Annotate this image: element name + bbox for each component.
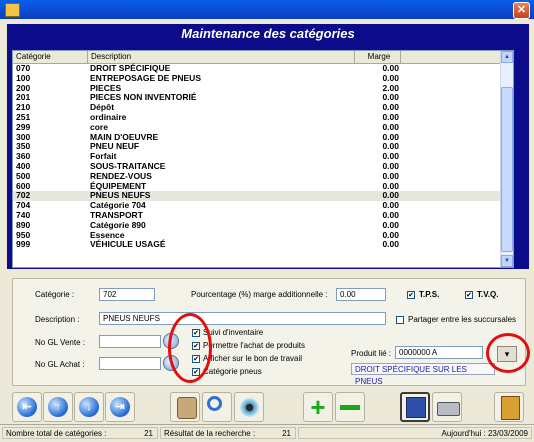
exit-button[interactable] <box>494 392 524 422</box>
view-icon <box>240 398 259 417</box>
table-row[interactable]: 702 PNEUS NEUFS 0.00 <box>13 191 500 202</box>
header-marge[interactable]: Marge <box>355 51 401 63</box>
table-row[interactable]: 210 Dépôt 0.00 <box>13 102 500 113</box>
remove-button[interactable] <box>335 392 365 422</box>
description-label: Description : <box>35 315 80 324</box>
tps-checkbox[interactable]: ✔ <box>407 291 415 299</box>
last-record-button[interactable]: ⇥ <box>105 392 135 422</box>
row-marge: 0.00 <box>382 239 399 250</box>
status-resultat-label: Résultat de la recherche : <box>164 429 256 438</box>
remove-icon <box>340 405 360 410</box>
status-resultat-value: 21 <box>282 429 291 438</box>
close-button[interactable]: ✕ <box>513 2 530 19</box>
panel-title: Maintenance des catégories <box>181 26 355 41</box>
table-row[interactable]: 299 core 0.00 <box>13 122 500 133</box>
list-header: Catégorie Description Marge <box>13 51 500 64</box>
row-code: 999 <box>16 239 31 250</box>
table-row[interactable]: 400 SOUS-TRAITANCE 0.00 <box>13 161 500 172</box>
permettre-label: Permettre l'achat de produits <box>203 341 306 350</box>
pourcentage-field[interactable]: 0.00 <box>336 288 386 301</box>
table-row[interactable]: 999 VÉHICULE USAGÉ 0.00 <box>13 240 500 250</box>
highlight-circle-checkboxes <box>168 313 212 383</box>
table-row[interactable]: 950 Essence 0.00 <box>13 230 500 241</box>
next-record-icon: ↓ <box>79 397 99 417</box>
scroll-thumb[interactable] <box>501 87 513 252</box>
print-button[interactable] <box>432 392 462 422</box>
tvq-checkbox[interactable]: ✔ <box>465 291 473 299</box>
status-total-label: Nombre total de catégories : <box>6 429 107 438</box>
view-button[interactable] <box>234 392 264 422</box>
table-row[interactable]: 251 ordinaire 0.00 <box>13 112 500 123</box>
print-icon <box>437 402 460 416</box>
produit-lie-label: Produit lié : <box>351 349 392 358</box>
lookup-button[interactable] <box>170 392 200 422</box>
title-bar: ✕ <box>0 0 534 19</box>
app-icon <box>5 3 20 17</box>
header-description[interactable]: Description <box>88 51 355 63</box>
last-record-icon: ⇥ <box>110 397 130 417</box>
tvq-label: T.V.Q. <box>477 290 499 299</box>
status-resultat: Résultat de la recherche : 21 <box>160 427 296 439</box>
header-categorie[interactable]: Catégorie <box>13 51 88 63</box>
add-icon: + <box>310 392 326 422</box>
status-total-value: 21 <box>144 429 153 438</box>
gl-achat-field[interactable] <box>99 357 161 370</box>
table-row[interactable]: 350 PNEU NEUF 0.00 <box>13 142 500 152</box>
tps-label: T.P.S. <box>419 290 440 299</box>
first-record-icon: ⇤ <box>17 397 37 417</box>
exit-icon <box>501 396 520 420</box>
partager-checkbox[interactable] <box>396 316 404 324</box>
search-icon <box>207 396 222 411</box>
table-row[interactable]: 200 PIECES 2.00 <box>13 83 500 94</box>
gl-vente-field[interactable] <box>99 335 161 348</box>
window: ✕ Maintenance des catégories Catégorie D… <box>0 0 534 442</box>
table-row[interactable]: 740 TRANSPORT 0.00 <box>13 210 500 221</box>
first-record-button[interactable]: ⇤ <box>12 392 42 422</box>
suivi-label: Suivi d'inventaire <box>203 328 264 337</box>
save-button[interactable] <box>400 392 430 422</box>
pourcentage-label: Pourcentage (%) marge additionnelle : <box>191 290 328 299</box>
gl-achat-label: No GL Achat : <box>35 360 85 369</box>
description-field[interactable]: PNEUS NEUFS <box>99 312 386 325</box>
categorie-pneus-label: Catégorie pneus <box>203 367 262 376</box>
previous-record-button[interactable]: ↑ <box>43 392 73 422</box>
save-icon <box>406 397 426 418</box>
highlight-circle-produit-lie <box>486 333 530 373</box>
scroll-down-button[interactable]: ▼ <box>501 255 513 267</box>
list-rows: 070 DROIT SPÉCIFIQUE 0.00 100 ENTREPOSAGE DE… <box>13 63 500 250</box>
table-row[interactable]: 600 ÉQUIPEMENT 0.00 <box>13 181 500 192</box>
next-record-button[interactable]: ↓ <box>74 392 104 422</box>
category-form: Catégorie : 702 Pourcentage (%) marge ad… <box>12 278 530 386</box>
row-description: VÉHICULE USAGÉ <box>90 239 166 250</box>
partager-label: Partager entre les succursales <box>408 315 517 324</box>
produit-lie-description: DROIT SPÉCIFIQUE SUR LES PNEUS <box>351 363 495 386</box>
search-button[interactable] <box>202 392 232 422</box>
status-total: Nombre total de catégories : 21 <box>2 427 158 439</box>
categorie-label: Catégorie : <box>35 290 75 299</box>
gl-vente-label: No GL Vente : <box>35 338 85 347</box>
afficher-label: Afficher sur le bon de travail <box>203 354 303 363</box>
categorie-field[interactable]: 702 <box>99 288 155 301</box>
table-row[interactable]: 100 ENTREPOSAGE DE PNEUS 0.00 <box>13 73 500 84</box>
add-button[interactable]: + <box>303 392 333 422</box>
lookup-icon <box>177 397 197 419</box>
status-date: Aujourd'hui : 23/03/2009 <box>298 427 532 439</box>
vertical-scrollbar[interactable]: ▲ ▼ <box>500 51 513 267</box>
scroll-up-button[interactable]: ▲ <box>501 51 513 63</box>
table-row[interactable]: 201 PIECES NON INVENTORIÉ 0.00 <box>13 93 500 103</box>
table-row[interactable]: 300 MAIN D'OEUVRE 0.00 <box>13 132 500 143</box>
table-row[interactable]: 890 Catégorie 890 0.00 <box>13 220 500 231</box>
previous-record-icon: ↑ <box>48 397 68 417</box>
category-list[interactable]: Catégorie Description Marge 070 DROIT SPÉ… <box>12 50 514 268</box>
table-row[interactable]: 360 Forfait 0.00 <box>13 151 500 162</box>
produit-lie-field[interactable]: 0000000 A <box>395 346 483 359</box>
table-row[interactable]: 500 RENDEZ-VOUS 0.00 <box>13 171 500 182</box>
table-row[interactable]: 070 DROIT SPÉCIFIQUE 0.00 <box>13 63 500 74</box>
status-bar: Nombre total de catégories : 21 Résultat… <box>0 424 534 442</box>
table-row[interactable]: 704 Catégorie 704 0.00 <box>13 200 500 211</box>
